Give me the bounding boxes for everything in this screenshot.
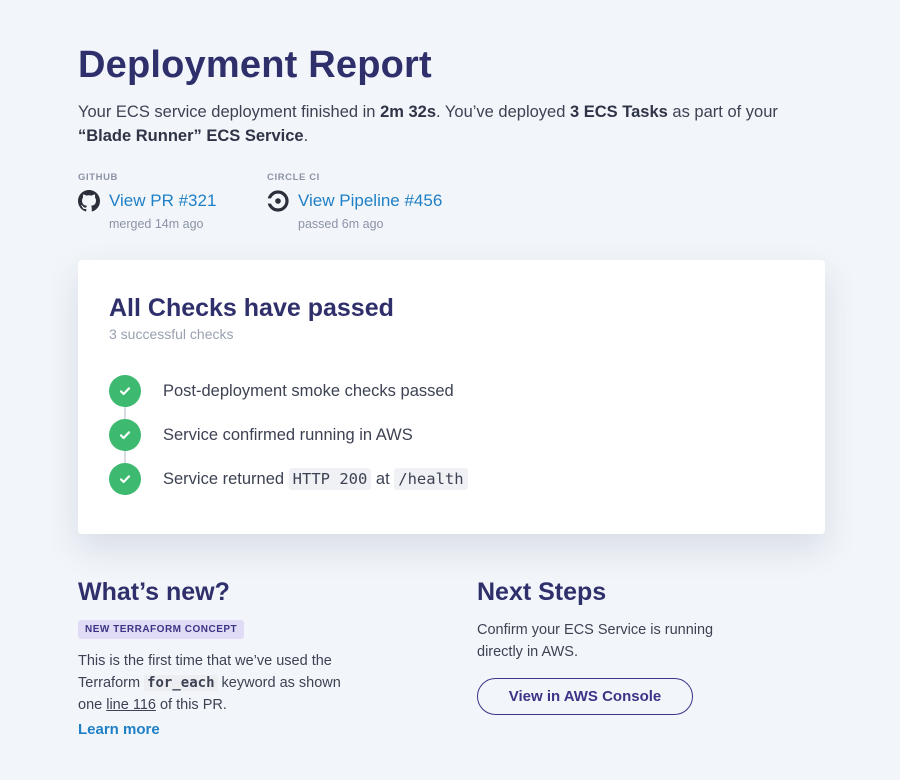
deployment-summary: Your ECS service deployment finished in … bbox=[78, 100, 818, 148]
checkmark-icon bbox=[109, 375, 141, 407]
page-title: Deployment Report bbox=[78, 44, 432, 86]
next-steps-text: Confirm your ECS Service is running dire… bbox=[477, 622, 714, 660]
pr-status: merged 14m ago bbox=[109, 217, 204, 231]
checkmark-icon bbox=[109, 463, 141, 495]
checks-card: All Checks have passed 3 successful chec… bbox=[78, 260, 825, 534]
circleci-source: CIRCLE CI View Pipeline #456 passed 6m a… bbox=[267, 172, 442, 231]
summary-text-4: . bbox=[303, 127, 309, 145]
checks-subtitle: 3 successful checks bbox=[109, 326, 234, 342]
task-count: 3 ECS Tasks bbox=[569, 103, 668, 121]
http-status-code: HTTP 200 bbox=[288, 467, 372, 490]
view-aws-console-button[interactable]: View in AWS Console bbox=[477, 678, 693, 715]
whats-new-text-post: of this PR. bbox=[155, 697, 227, 713]
check-text-mid: at bbox=[371, 469, 395, 488]
health-endpoint-code: /health bbox=[394, 467, 468, 490]
check-item: Service returned HTTP 200 at /health bbox=[109, 463, 468, 495]
github-source: GITHUB View PR #321 merged 14m ago bbox=[78, 172, 216, 231]
check-text: Post-deployment smoke checks passed bbox=[163, 381, 454, 400]
keyword-code: for_each bbox=[144, 675, 218, 691]
checks-title: All Checks have passed bbox=[109, 294, 394, 322]
pipeline-status: passed 6m ago bbox=[298, 217, 384, 231]
circleci-icon bbox=[267, 190, 289, 212]
next-steps-title: Next Steps bbox=[477, 578, 607, 606]
checkmark-icon bbox=[109, 419, 141, 451]
github-icon bbox=[78, 190, 100, 212]
line-link[interactable]: line 116 bbox=[106, 697, 156, 713]
whats-new-title: What’s new? bbox=[78, 578, 230, 606]
summary-text-3: as part of your bbox=[667, 103, 778, 121]
check-text-pre: Service returned bbox=[163, 469, 289, 488]
check-text: Service returned HTTP 200 at /health bbox=[163, 467, 468, 490]
deploy-duration: 2m 32s bbox=[380, 103, 437, 121]
summary-text-2: . You’ve deployed bbox=[436, 103, 570, 121]
service-name: “Blade Runner” ECS Service bbox=[78, 127, 304, 145]
learn-more-link[interactable]: Learn more bbox=[78, 721, 160, 738]
view-pipeline-link[interactable]: View Pipeline #456 bbox=[298, 191, 442, 211]
summary-text-1: Your ECS service deployment finished in bbox=[78, 103, 381, 121]
check-item: Service confirmed running in AWS bbox=[109, 419, 413, 451]
whats-new-text: This is the first time that we’ve used t… bbox=[78, 650, 368, 716]
concept-badge: NEW TERRAFORM CONCEPT bbox=[78, 620, 245, 639]
source-label: GITHUB bbox=[78, 172, 119, 183]
check-text: Service confirmed running in AWS bbox=[163, 425, 413, 444]
check-item: Post-deployment smoke checks passed bbox=[109, 375, 454, 407]
source-label: CIRCLE CI bbox=[267, 172, 320, 183]
view-pr-link[interactable]: View PR #321 bbox=[109, 191, 216, 211]
